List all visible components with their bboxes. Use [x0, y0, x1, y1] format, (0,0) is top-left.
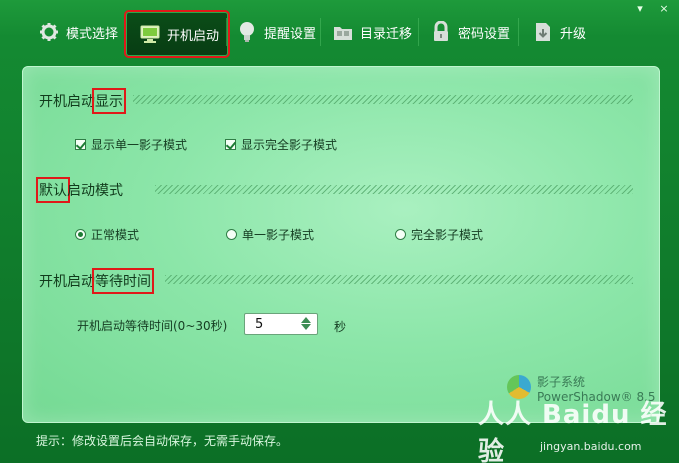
- tab-separator: [320, 18, 321, 46]
- radio-unselected-icon[interactable]: [395, 229, 406, 240]
- close-icon[interactable]: ×: [657, 3, 671, 15]
- tab-label: 开机启动: [167, 28, 220, 44]
- wait-time-label: 开机启动等待时间(0~30秒): [77, 319, 228, 333]
- radio-single-shadow[interactable]: 单一影子模式: [226, 226, 314, 243]
- section-divider: [165, 275, 633, 284]
- tab-label: 密码设置: [458, 26, 511, 42]
- menu-dropdown-icon[interactable]: ▾: [633, 3, 647, 15]
- stepper-up-icon[interactable]: [301, 317, 311, 323]
- window-controls: ▾ ×: [633, 3, 671, 15]
- title-prefix: 开机启动: [39, 274, 95, 290]
- checkbox-checked-icon[interactable]: [225, 139, 236, 150]
- radio-normal-mode[interactable]: 正常模式: [75, 226, 139, 243]
- checkbox-label: 显示单一影子模式: [91, 138, 188, 152]
- title-highlight: 显示: [92, 88, 126, 114]
- title-highlight: 默认: [36, 177, 70, 203]
- wait-time-unit: 秒: [334, 320, 347, 334]
- brand-name-cn: 影子系统: [537, 375, 586, 389]
- title-highlight: 等待时间: [92, 268, 154, 294]
- download-icon: [532, 21, 554, 43]
- lock-icon: [430, 21, 452, 43]
- section-title-wait-time: 开机启动 等待时间: [39, 268, 154, 294]
- radio-full-shadow[interactable]: 完全影子模式: [395, 226, 483, 243]
- section-divider: [133, 95, 633, 104]
- radio-selected-icon[interactable]: [75, 229, 86, 240]
- section-title-display: 开机启动 显示: [39, 88, 126, 114]
- title-prefix: 开机启动: [39, 94, 95, 110]
- radio-label: 单一影子模式: [242, 228, 315, 242]
- checkbox-label: 显示完全影子模式: [241, 138, 338, 152]
- checkbox-full-shadow[interactable]: 显示完全影子模式: [225, 136, 337, 153]
- radio-label: 正常模式: [91, 228, 140, 242]
- stepper-down-icon[interactable]: [301, 324, 311, 330]
- tab-boot-startup[interactable]: 开机启动: [126, 12, 229, 56]
- top-nav: ▾ × 模式选择 开机启动 提醒设置 目录迁移 密码设置 升级: [0, 0, 679, 64]
- monitor-icon: [139, 23, 161, 45]
- tab-directory-migration[interactable]: 目录迁移: [332, 12, 412, 52]
- wait-time-input[interactable]: [253, 315, 303, 333]
- gear-icon: [38, 21, 60, 43]
- tab-label: 提醒设置: [264, 26, 317, 42]
- settings-panel: 开机启动 显示 显示单一影子模式 显示完全影子模式 默认 启动模式 正常模式 单一影…: [22, 66, 660, 423]
- radio-label: 完全影子模式: [411, 228, 484, 242]
- footer-hint: 提示：修改设置后会自动保存，无需手动保存。: [36, 434, 289, 448]
- stepper-arrows: [301, 317, 311, 330]
- app-window: ▾ × 模式选择 开机启动 提醒设置 目录迁移 密码设置 升级 开机启动 显示 …: [0, 0, 679, 463]
- wait-time-stepper[interactable]: [244, 313, 318, 335]
- folder-icon: [332, 21, 354, 43]
- watermark-url: jingyan.baidu.com: [540, 440, 642, 453]
- checkbox-checked-icon[interactable]: [75, 139, 86, 150]
- section-title-default-mode: 默认 启动模式: [36, 177, 123, 203]
- tab-separator: [418, 18, 419, 46]
- section-divider: [155, 185, 633, 194]
- checkbox-single-shadow[interactable]: 显示单一影子模式: [75, 136, 187, 153]
- tab-label: 模式选择: [66, 26, 119, 42]
- tab-reminder-settings[interactable]: 提醒设置: [236, 12, 316, 52]
- tab-password-settings[interactable]: 密码设置: [430, 12, 510, 52]
- tab-upgrade[interactable]: 升级: [532, 12, 586, 52]
- tab-label: 目录迁移: [360, 26, 413, 42]
- tab-mode-select[interactable]: 模式选择: [38, 12, 118, 52]
- tab-separator: [518, 18, 519, 46]
- tab-label: 升级: [560, 26, 587, 42]
- bulb-icon: [236, 21, 258, 43]
- radio-unselected-icon[interactable]: [226, 229, 237, 240]
- title-suffix: 启动模式: [67, 183, 123, 199]
- tab-separator: [226, 18, 227, 46]
